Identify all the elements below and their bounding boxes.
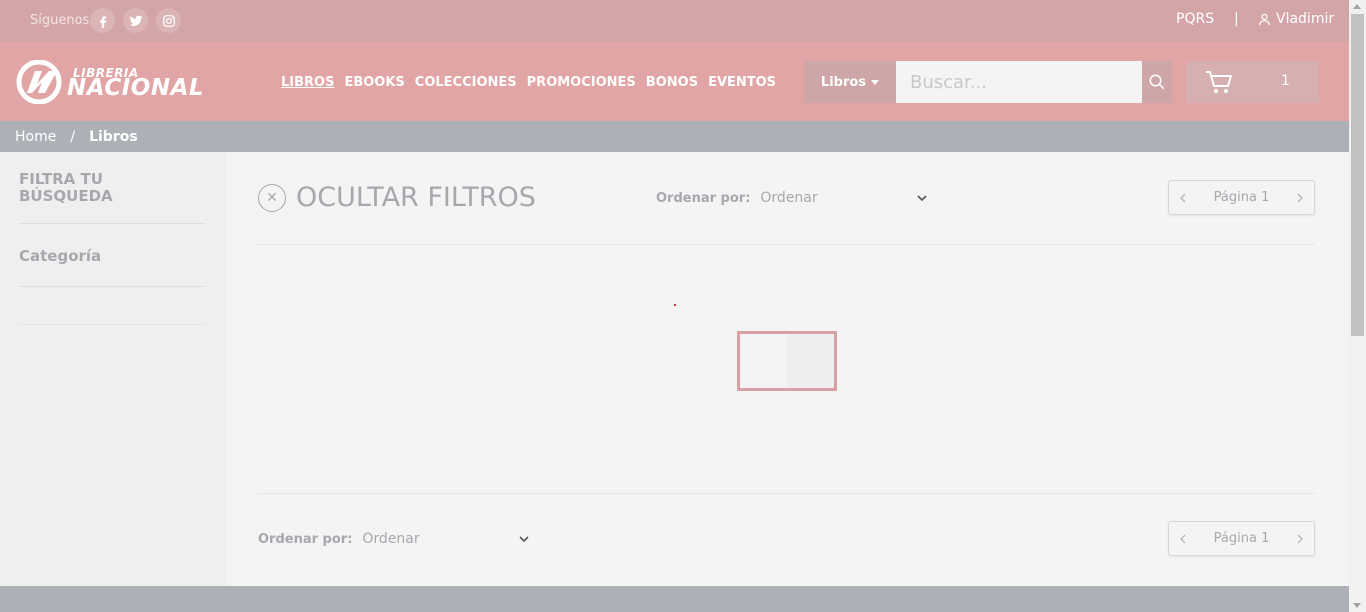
twitter-icon — [129, 15, 142, 26]
sort-control-top: Ordenar por: Ordenar — [656, 187, 930, 209]
nav-libros[interactable]: LIBROS — [281, 75, 334, 90]
search-input[interactable] — [896, 61, 1142, 103]
nav-eventos[interactable]: EVENTOS — [708, 75, 776, 90]
nav-promociones[interactable]: PROMOCIONES — [527, 75, 636, 90]
breadcrumb-home[interactable]: Home — [15, 129, 56, 145]
scroll-down-arrow-icon[interactable] — [1353, 603, 1361, 608]
facebook-link[interactable] — [90, 8, 115, 33]
pqrs-link[interactable]: PQRS — [1176, 11, 1214, 27]
chevron-right-icon[interactable] — [1294, 533, 1306, 545]
scrollbar-thumb[interactable] — [1351, 14, 1364, 336]
filter-category-toggle[interactable]: Categoría — [19, 247, 101, 265]
sidebar-divider — [19, 286, 206, 287]
sort-selected-value: Ordenar — [760, 190, 818, 206]
footer-band — [0, 586, 1349, 612]
chevron-left-icon[interactable] — [1177, 533, 1189, 545]
sort-select[interactable]: Ordenar — [760, 187, 930, 209]
scroll-up-arrow-icon[interactable] — [1353, 4, 1361, 9]
cart-count: 1 — [1281, 73, 1290, 89]
instagram-link[interactable] — [156, 8, 181, 33]
libreria-nacional-logo[interactable]: LIBRERIA NACIONAL — [15, 60, 220, 104]
logo-text-nacional: NACIONAL — [67, 75, 205, 101]
nav-colecciones[interactable]: COLECCIONES — [415, 75, 517, 90]
chevron-down-icon — [519, 536, 529, 543]
search-button[interactable] — [1142, 61, 1172, 103]
content-divider — [258, 493, 1315, 494]
page-scrollbar[interactable] — [1349, 0, 1366, 612]
loader-dot — [674, 304, 676, 306]
page-indicator: Página 1 — [1213, 190, 1270, 205]
sort-label: Ordenar por: — [656, 190, 751, 206]
instagram-icon — [162, 14, 175, 27]
close-circle-icon: ✕ — [258, 183, 286, 212]
main-nav: LIBROS EBOOKS COLECCIONES PROMOCIONES BO… — [281, 75, 776, 90]
breadcrumb-separator: / — [70, 128, 76, 145]
search-category-label: Libros — [820, 74, 867, 90]
user-name: Vladimir — [1276, 11, 1335, 27]
search-category-dropdown[interactable]: Libros — [804, 61, 896, 103]
user-icon — [1258, 13, 1271, 25]
page-indicator: Página 1 — [1213, 531, 1270, 546]
breadcrumb-current: Libros — [89, 128, 138, 145]
pagination-bottom: Página 1 — [1168, 521, 1315, 556]
sort-label: Ordenar por: — [258, 531, 353, 547]
breadcrumb: Home / Libros — [0, 121, 1349, 152]
hide-filters-label: OCULTAR FILTROS — [296, 182, 536, 213]
sort-selected-value: Ordenar — [362, 531, 420, 547]
results-panel: ✕ OCULTAR FILTROS Ordenar por: Ordenar P… — [226, 152, 1349, 586]
user-account-link[interactable]: Vladimir — [1257, 11, 1334, 27]
cart-button[interactable]: 1 — [1186, 61, 1319, 103]
hide-filters-button[interactable]: ✕ OCULTAR FILTROS — [258, 182, 536, 213]
search-icon — [1149, 74, 1165, 90]
topbar-separator: | — [1234, 11, 1239, 27]
main-header: LIBRERIA NACIONAL LIBROS EBOOKS COLECCIO… — [0, 42, 1349, 121]
nav-ebooks[interactable]: EBOOKS — [344, 75, 404, 90]
content-divider — [258, 244, 1315, 245]
filter-sidebar: FILTRA TU BÚSQUEDA Categoría — [0, 152, 226, 586]
follow-us-label: Síguenos — [30, 13, 90, 28]
logo-emblem-icon — [16, 60, 62, 104]
caret-down-icon — [871, 79, 880, 85]
pagination-top: Página 1 — [1168, 180, 1315, 215]
sort-select[interactable]: Ordenar — [362, 528, 532, 550]
nav-bonos[interactable]: BONOS — [646, 75, 698, 90]
sidebar-divider — [19, 223, 206, 224]
chevron-down-icon — [917, 195, 927, 202]
sort-control-bottom: Ordenar por: Ordenar — [258, 528, 532, 550]
chevron-left-icon[interactable] — [1177, 192, 1189, 204]
facebook-icon — [99, 15, 106, 28]
topbar: Síguenos PQRS | Vladimir — [0, 0, 1349, 42]
cart-icon — [1206, 71, 1233, 93]
filter-title: FILTRA TU BÚSQUEDA — [19, 170, 113, 205]
twitter-link[interactable] — [123, 8, 148, 33]
chevron-right-icon[interactable] — [1294, 192, 1306, 204]
loading-placeholder — [737, 331, 837, 391]
sidebar-divider — [19, 324, 206, 325]
